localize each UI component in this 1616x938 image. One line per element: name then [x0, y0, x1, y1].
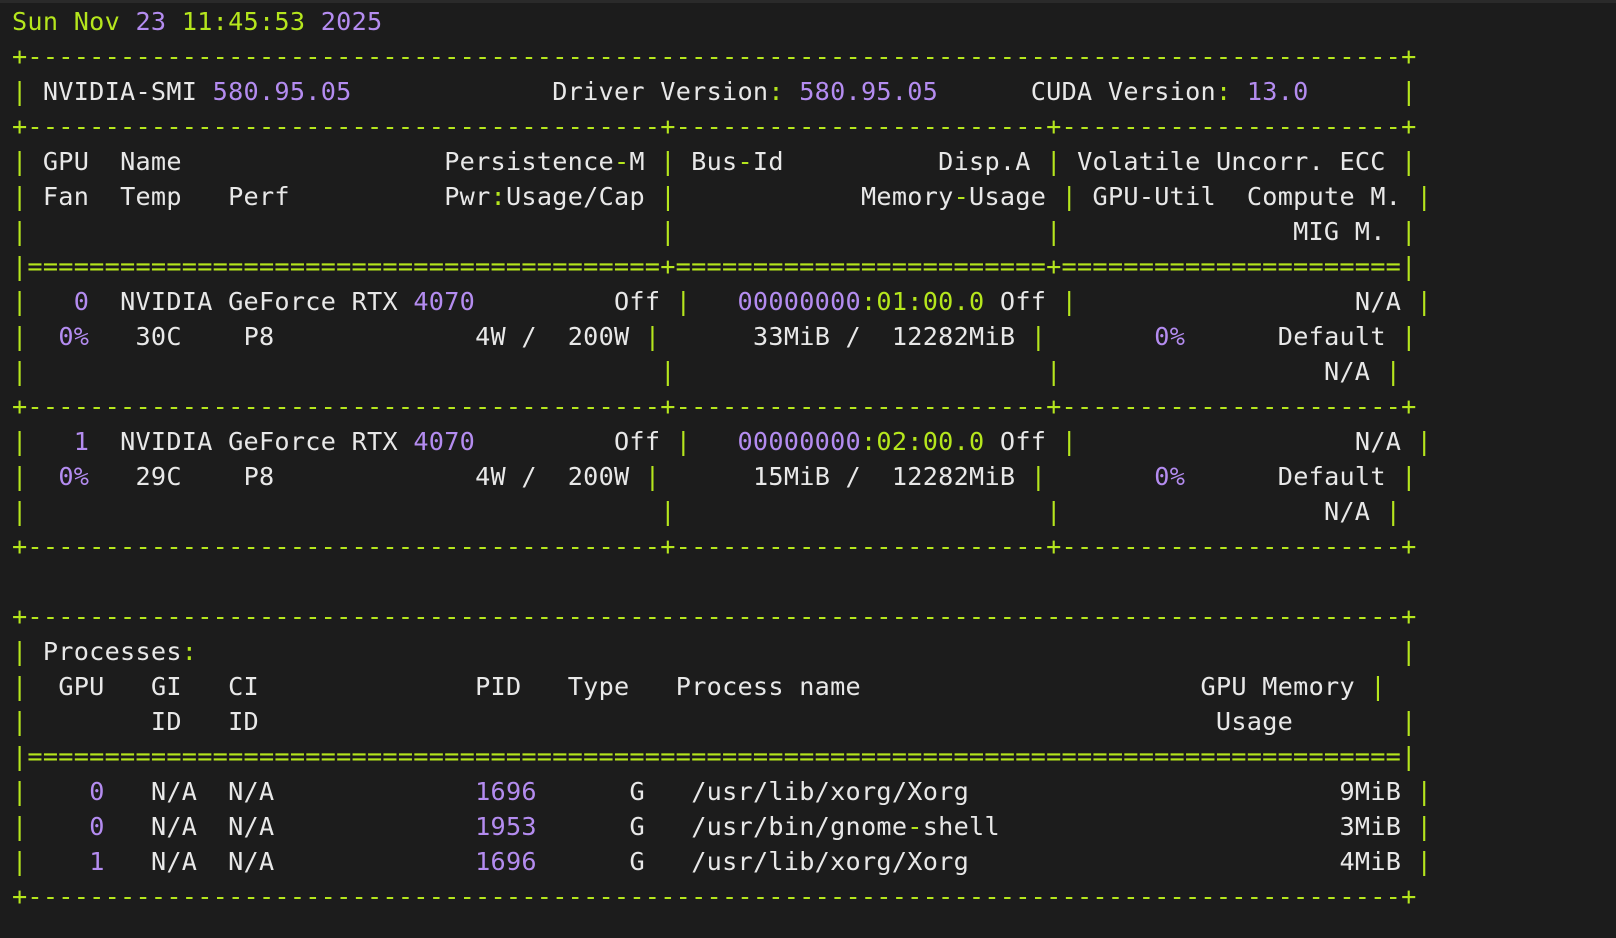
date-year: 2025: [320, 7, 383, 36]
date-day: 23: [135, 7, 167, 36]
gpu-name: NVIDIA GeForce RTX: [120, 287, 398, 316]
temperature: 30C: [135, 322, 182, 351]
col-temp: Temp: [120, 182, 182, 211]
bus-id-domain: 00000000: [737, 427, 861, 456]
perf-state: P8: [243, 322, 275, 351]
col-name: Name: [120, 147, 182, 176]
date-weekday: Sun: [12, 7, 59, 36]
gpu-index: 0: [73, 287, 90, 316]
gpu-utilization: 0%: [1154, 322, 1186, 351]
gpu-model: 4070: [413, 287, 476, 316]
proc-name: /usr/lib/xorg/Xorg: [691, 777, 970, 806]
proc-col-pid: PID: [475, 672, 522, 701]
proc-gpu: 0: [89, 777, 105, 806]
proc-pid: 1696: [475, 777, 537, 806]
bus-id-address: 02:00.0: [876, 427, 985, 456]
persistence-mode: Off: [614, 427, 661, 456]
mig-mode: N/A: [1323, 357, 1371, 386]
proc-ci: N/A: [228, 777, 275, 806]
temperature: 29C: [135, 462, 182, 491]
col-mig-mode: MIG M.: [1293, 217, 1386, 246]
proc-gpu: 1: [89, 847, 105, 876]
memory-used: 15MiB: [752, 462, 831, 491]
proc-gi: N/A: [150, 812, 198, 841]
date-month: Nov: [73, 7, 121, 36]
persistence-mode: Off: [614, 287, 661, 316]
proc-pid: 1696: [475, 847, 537, 876]
perf-state: P8: [243, 462, 275, 491]
col-compute-mode: Compute M.: [1246, 182, 1402, 211]
power-usage: 4W: [475, 462, 506, 491]
proc-col-ci: CI: [228, 672, 259, 701]
proc-ci: N/A: [228, 812, 275, 841]
memory-total: 12282MiB: [891, 462, 1016, 491]
col-volatile-ecc: Volatile Uncorr. ECC: [1077, 147, 1386, 176]
smi-version: 580.95.05: [212, 77, 352, 106]
proc-memory: 4MiB: [1339, 847, 1402, 876]
proc-col-gi-id: ID: [150, 707, 182, 736]
previous-output-line: [0, 0, 1616, 3]
power-cap: 200W: [567, 462, 630, 491]
proc-gpu: 0: [89, 812, 105, 841]
gpu-name: NVIDIA GeForce RTX: [120, 427, 398, 456]
col-perf: Perf: [228, 182, 290, 211]
cuda-label: CUDA Version: [1030, 77, 1216, 106]
compute-mode: Default: [1277, 462, 1386, 491]
mig-mode: N/A: [1323, 497, 1371, 526]
proc-col-usage: Usage: [1215, 707, 1294, 736]
driver-label: Driver Version: [552, 77, 769, 106]
proc-gi: N/A: [150, 777, 198, 806]
nvidia-smi-output: Sun Nov 23 11:45:53 2025 +---------------…: [12, 7, 1433, 911]
col-gpu: GPU: [42, 147, 90, 176]
col-fan: Fan: [42, 182, 90, 211]
proc-col-type: Type: [567, 672, 630, 701]
proc-name: /usr/bin/gnome-shell: [691, 812, 1000, 841]
gpu-index: 1: [73, 427, 90, 456]
proc-gi: N/A: [150, 847, 198, 876]
terminal-window: Sun Nov 23 11:45:53 2025 +---------------…: [0, 0, 1616, 938]
gpu-model: 4070: [413, 427, 476, 456]
smi-label: NVIDIA-SMI: [42, 77, 198, 106]
proc-type: G: [629, 812, 645, 841]
fan-speed: 0%: [58, 462, 90, 491]
proc-name: /usr/lib/xorg/Xorg: [691, 847, 970, 876]
power-usage: 4W: [475, 322, 506, 351]
bus-id-address: 01:00.0: [876, 287, 985, 316]
cuda-version: 13.0: [1246, 77, 1309, 106]
proc-memory: 3MiB: [1339, 812, 1402, 841]
proc-col-name: Process name: [675, 672, 861, 701]
display-active: Off: [999, 427, 1047, 456]
display-active: Off: [999, 287, 1047, 316]
processes-title: Processes: [42, 637, 182, 666]
col-gpu-util: GPU-Util: [1092, 182, 1216, 211]
fan-speed: 0%: [58, 322, 90, 351]
proc-col-gpu: GPU: [58, 672, 105, 701]
driver-version: 580.95.05: [799, 77, 939, 106]
col-disp: Disp.A: [938, 147, 1031, 176]
proc-pid: 1953: [475, 812, 537, 841]
date-time: 11:45:53: [181, 7, 306, 36]
proc-col-gi: GI: [150, 672, 182, 701]
bus-id-domain: 00000000: [737, 287, 861, 316]
proc-col-ci-id: ID: [228, 707, 259, 736]
ecc-errors: N/A: [1354, 287, 1402, 316]
proc-type: G: [629, 847, 645, 876]
compute-mode: Default: [1277, 322, 1386, 351]
proc-col-gpu-memory: GPU Memory: [1200, 672, 1355, 701]
memory-used: 33MiB: [752, 322, 831, 351]
proc-type: G: [629, 777, 645, 806]
proc-ci: N/A: [228, 847, 275, 876]
proc-memory: 9MiB: [1339, 777, 1402, 806]
power-cap: 200W: [567, 322, 630, 351]
ecc-errors: N/A: [1354, 427, 1402, 456]
gpu-utilization: 0%: [1154, 462, 1186, 491]
memory-total: 12282MiB: [891, 322, 1016, 351]
